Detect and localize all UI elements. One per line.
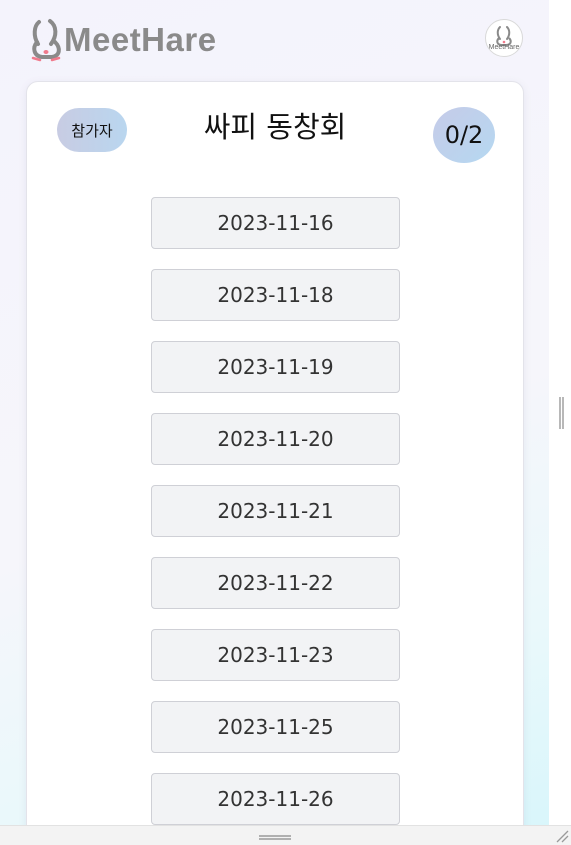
app-view: MeetHare MeetHare 참가자 싸피 동창회 0/2 2023-11… (0, 0, 549, 825)
meethare-logo[interactable]: MeetHare (30, 18, 217, 62)
date-button[interactable]: 2023-11-22 (151, 557, 400, 609)
date-button[interactable]: 2023-11-26 (151, 773, 400, 825)
date-button[interactable]: 2023-11-19 (151, 341, 400, 393)
horizontal-resize-handle[interactable] (259, 835, 291, 840)
vertical-resize-handle[interactable] (559, 397, 564, 429)
avatar-logo-text: MeetHare (488, 44, 520, 51)
date-list: 2023-11-16 2023-11-18 2023-11-19 2023-11… (151, 197, 400, 825)
date-button[interactable]: 2023-11-20 (151, 413, 400, 465)
participant-count-badge: 0/2 (433, 107, 495, 163)
date-button[interactable]: 2023-11-21 (151, 485, 400, 537)
date-button[interactable]: 2023-11-23 (151, 629, 400, 681)
meeting-card: 참가자 싸피 동창회 0/2 2023-11-16 2023-11-18 202… (26, 81, 524, 825)
corner-resize-icon[interactable] (555, 829, 569, 843)
date-button[interactable]: 2023-11-25 (151, 701, 400, 753)
rabbit-logo-icon (31, 19, 61, 62)
date-button[interactable]: 2023-11-18 (151, 269, 400, 321)
logo-text: MeetHare (64, 21, 217, 58)
date-button[interactable]: 2023-11-16 (151, 197, 400, 249)
user-avatar[interactable]: MeetHare (485, 19, 523, 57)
